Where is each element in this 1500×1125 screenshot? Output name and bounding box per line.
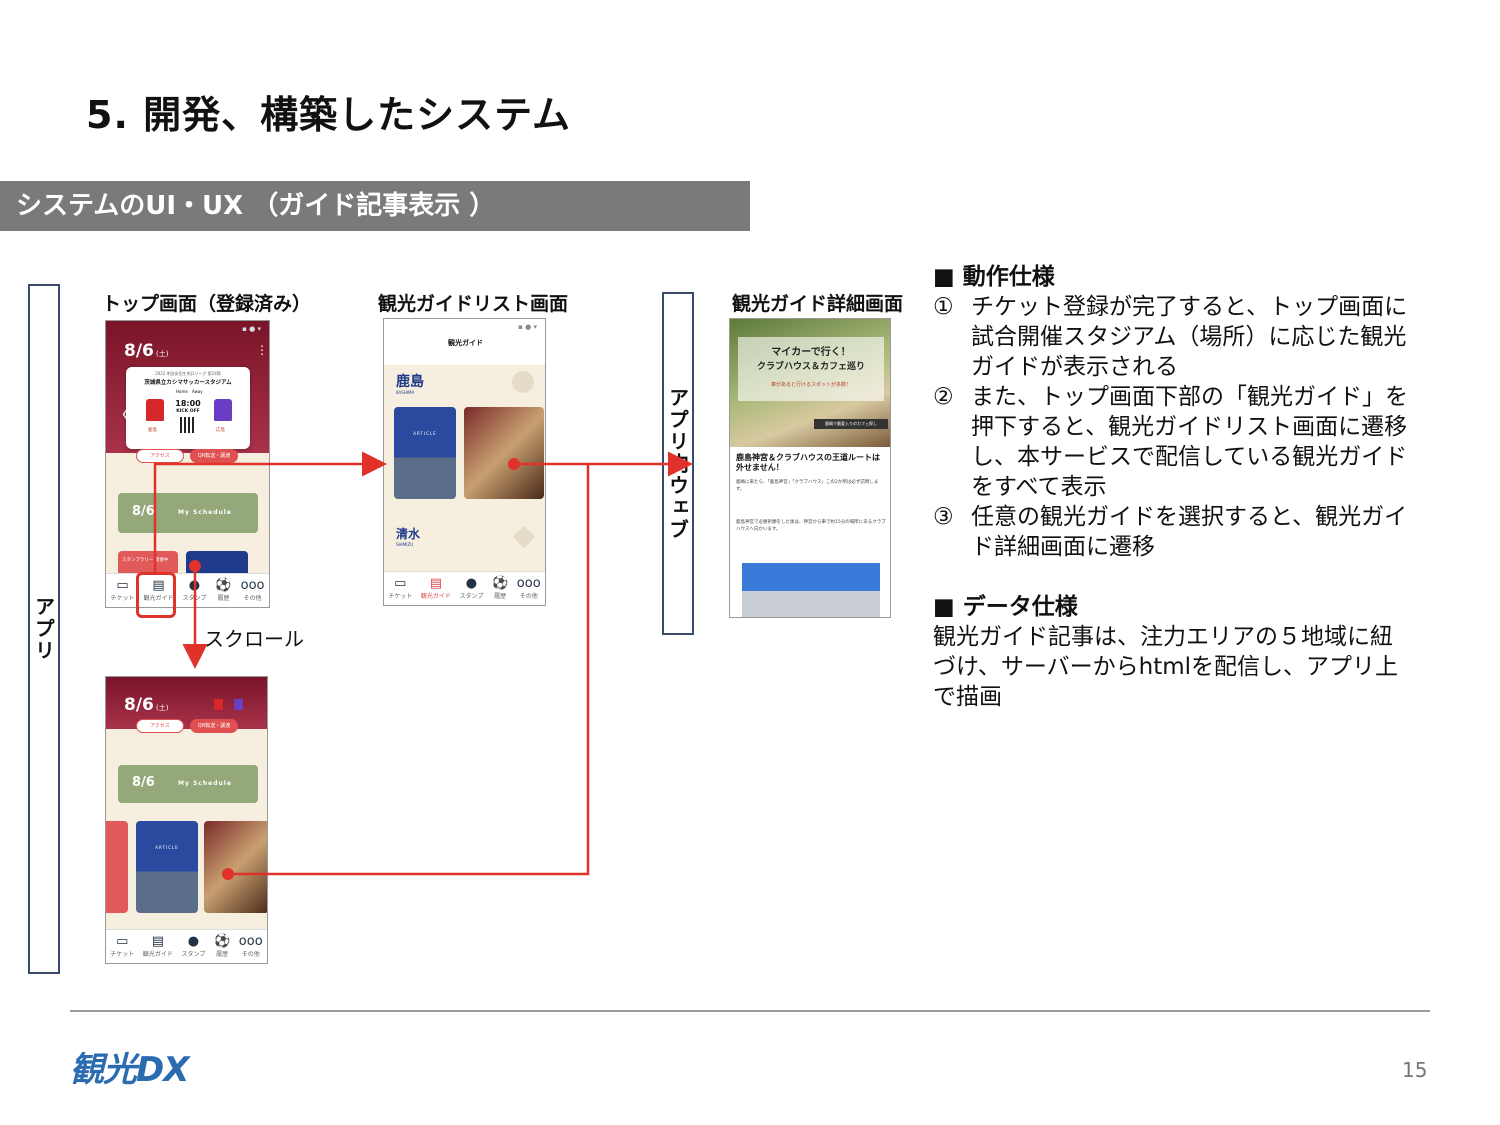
- tap-point-list-card: [508, 458, 520, 470]
- brand-logo: 観光DX: [70, 1050, 189, 1090]
- page-number: 15: [1402, 1058, 1428, 1082]
- spec-panel: ■ 動作仕様 ① チケット登録が完了すると、トップ画面に 試合開催スタジアム（場所）…: [933, 262, 1453, 712]
- data-spec-text: 観光ガイド記事は、注力エリアの５地域に紐 づけ、サーバーからhtmlを配信し、アプ…: [933, 624, 1399, 710]
- data-spec-heading: ■ データ仕様: [933, 594, 1078, 620]
- list-item: ② また、トップ画面下部の「観光ガイド」を 押下すると、観光ガイドリスト画面に遷移し…: [933, 384, 1408, 500]
- arrow-top-to-list: [153, 451, 387, 572]
- list-item: ① チケット登録が完了すると、トップ画面に 試合開催スタジアム（場所）に応じた観光ガ…: [933, 294, 1408, 380]
- tap-point-top-card: [189, 560, 201, 572]
- motion-spec-heading: ■ 動作仕様: [933, 264, 1055, 290]
- footer-divider: [70, 1010, 1430, 1012]
- tap-point-scroll-card: [222, 868, 234, 880]
- arrow-scroll-to-detail: [228, 464, 590, 876]
- list-item: ③ 任意の観光ガイドを選択すると、観光ガイ ド詳細画面に遷移: [933, 504, 1408, 560]
- motion-spec-list: ① チケット登録が完了すると、トップ画面に 試合開催スタジアム（場所）に応じた観光ガ…: [933, 292, 1453, 562]
